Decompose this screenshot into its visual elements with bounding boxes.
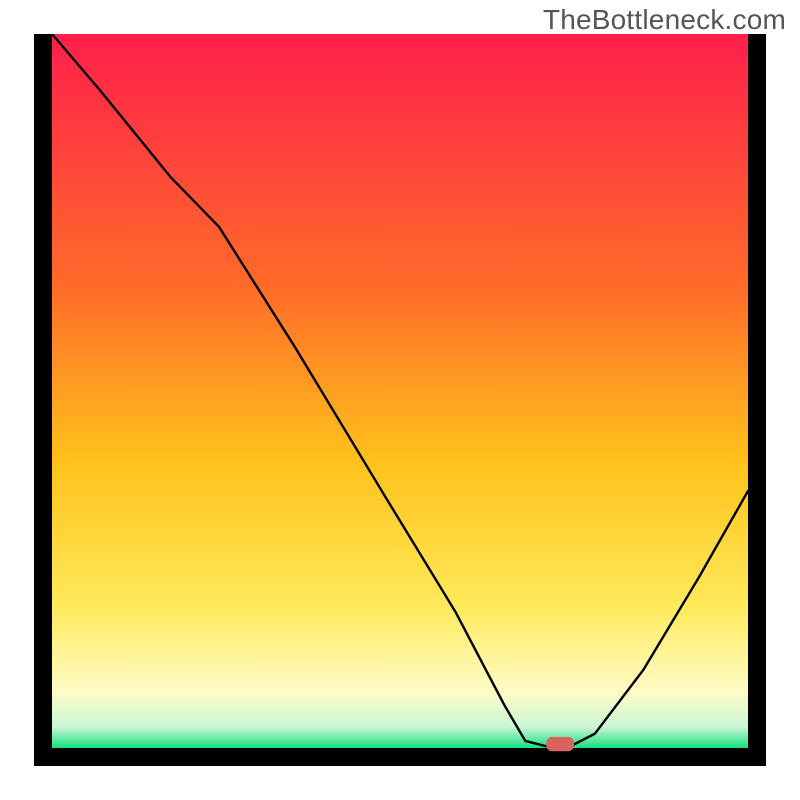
- optimum-marker: [546, 737, 574, 751]
- chart-frame: TheBottleneck.com: [0, 0, 800, 800]
- bottleneck-chart: [34, 34, 766, 766]
- watermark-text: TheBottleneck.com: [543, 4, 786, 36]
- plot-area: [52, 34, 748, 748]
